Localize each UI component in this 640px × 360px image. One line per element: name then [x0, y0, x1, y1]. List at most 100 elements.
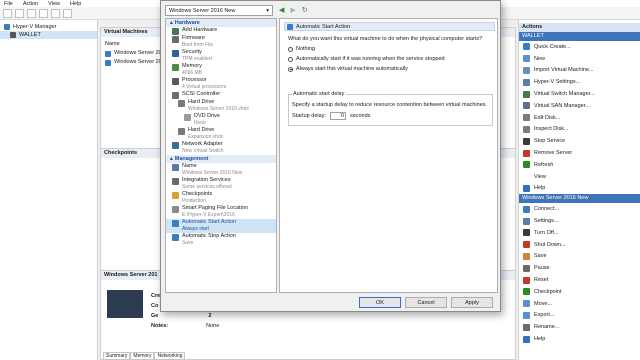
menu-file[interactable]: File	[4, 1, 13, 7]
refresh-icon[interactable]: ↻	[302, 6, 308, 14]
vm-actions-list: Connect... Settings... Turn Off... Shut Dow…	[519, 203, 640, 345]
settings-item[interactable]: Hard Drive Expansion.vhdx	[166, 127, 276, 141]
action-item[interactable]: Virtual SAN Manager...	[519, 100, 640, 112]
cancel-button[interactable]: Cancel	[405, 297, 447, 308]
radio-dot	[288, 46, 293, 52]
detail-header: Automatic Start Action	[284, 22, 495, 31]
settings-item-label: Automatic Stop Action	[182, 233, 236, 239]
action-item[interactable]: New	[519, 53, 640, 65]
action-label: Import Virtual Machine...	[534, 67, 594, 74]
settings-item-label: Security	[182, 49, 202, 55]
settings-item[interactable]: Add Hardware	[166, 27, 276, 35]
action-item[interactable]: Rename...	[519, 321, 640, 333]
summary-gen-label: Ge	[151, 313, 159, 319]
action-item[interactable]: Checkpoint	[519, 286, 640, 298]
ok-button[interactable]: OK	[359, 297, 401, 308]
back-arrow-icon[interactable]: ◀	[279, 6, 284, 14]
radio-auto-start-if-running[interactable]: Automatically start if it was running wh…	[288, 55, 445, 63]
action-label: Shut Down...	[534, 241, 566, 248]
action-item[interactable]: Virtual Switch Manager...	[519, 88, 640, 100]
settings-item[interactable]: Firmware Boot from File	[166, 35, 276, 49]
delay-row: Startup delay: 0 seconds	[292, 112, 370, 120]
summary-notes-value: None	[206, 323, 220, 329]
action-label: Checkpoint	[534, 288, 562, 295]
action-item[interactable]: Inspect Disk...	[519, 124, 640, 136]
action-item[interactable]: Help	[519, 183, 640, 195]
vm-thumbnail[interactable]	[107, 290, 143, 318]
forward-button[interactable]	[15, 8, 24, 18]
checkpoint-icon	[523, 288, 530, 296]
back-button[interactable]	[3, 8, 12, 18]
name-icon	[172, 164, 179, 171]
delay-unit: seconds	[349, 113, 371, 119]
action-item[interactable]: Import Virtual Machine...	[519, 65, 640, 77]
help-icon	[523, 335, 530, 343]
settings-item-value: 4 Virtual processors	[182, 84, 227, 90]
startup-delay-input[interactable]: 0	[329, 112, 346, 120]
vm-icon	[105, 59, 111, 66]
menu-help[interactable]: Help	[70, 1, 81, 7]
action-item[interactable]: Move...	[519, 298, 640, 310]
category-management[interactable]: ▴ Management	[166, 155, 276, 163]
settings-item[interactable]: SCSI Controller	[166, 91, 276, 99]
tab-networking[interactable]: Networking	[154, 352, 186, 360]
forward-arrow-icon[interactable]: ▶	[290, 6, 295, 14]
settings-item[interactable]: Checkpoints Production	[166, 191, 276, 205]
actions-vm-header[interactable]: Windows Server 2016 New	[519, 194, 640, 204]
action-item[interactable]: Shut Down...	[519, 239, 640, 251]
refresh-icon	[523, 161, 530, 169]
action-item[interactable]: Save	[519, 251, 640, 263]
up-button[interactable]	[27, 8, 36, 18]
actions-host-header[interactable]: WALLET	[519, 32, 640, 41]
action-item[interactable]: Reset	[519, 274, 640, 286]
action-item[interactable]: Quick Create...	[519, 41, 640, 53]
vm-select-dropdown[interactable]: Windows Server 2016 New ▾	[165, 5, 273, 16]
settings-item[interactable]: Network Adapter New Virtual Switch	[166, 141, 276, 155]
action-item[interactable]: Pause	[519, 262, 640, 274]
settings-item[interactable]: Processor 4 Virtual processors	[166, 77, 276, 91]
tab-summary[interactable]: Summary	[103, 352, 131, 360]
tree-root[interactable]: Hyper-V Manager	[0, 23, 97, 31]
settings-item[interactable]: DVD Drive None	[166, 113, 276, 127]
action-item[interactable]: Export...	[519, 310, 640, 322]
new-icon	[523, 55, 530, 63]
settings-item[interactable]: Automatic Start Action Always start	[166, 219, 276, 233]
properties-button[interactable]	[63, 8, 72, 18]
action-item[interactable]: Stop Service	[519, 135, 640, 147]
menu-view[interactable]: View	[48, 1, 60, 7]
detail-title: Automatic Start Action	[296, 23, 351, 30]
management-items: Name Windows Server 2016 New Integration S…	[166, 163, 276, 247]
menu-action[interactable]: Action	[23, 1, 38, 7]
action-item[interactable]: View	[519, 171, 640, 183]
apply-button[interactable]: Apply	[451, 297, 493, 308]
hardware-items: Add Hardware Firmware Boot from File Securi…	[166, 27, 276, 155]
tree-host[interactable]: WALLET	[0, 31, 97, 39]
settings-item[interactable]: Security TPM enabled	[166, 49, 276, 63]
action-item[interactable]: Connect...	[519, 203, 640, 215]
help-toolbar-button[interactable]	[51, 8, 60, 18]
action-item[interactable]: Settings...	[519, 215, 640, 227]
save-icon	[523, 252, 530, 260]
settings-item[interactable]: Smart Paging File Location E:\Hyper-V Exp…	[166, 205, 276, 219]
settings-item[interactable]: Integration Services Some services offere…	[166, 177, 276, 191]
rename-icon	[523, 323, 530, 331]
radio-always-start[interactable]: Always start this virtual machine automa…	[288, 65, 445, 73]
action-item[interactable]: Help	[519, 333, 640, 345]
action-item[interactable]: Refresh	[519, 159, 640, 171]
action-item[interactable]: Hyper-V Settings...	[519, 76, 640, 88]
show-tree-button[interactable]	[39, 8, 48, 18]
settings-item[interactable]: Automatic Stop Action Save	[166, 233, 276, 247]
action-item[interactable]: Remove Server	[519, 147, 640, 159]
reset-icon	[523, 276, 530, 284]
settings-item[interactable]: Name Windows Server 2016 New	[166, 163, 276, 177]
integration-icon	[172, 178, 179, 185]
settings-item[interactable]: Memory 4096 MB	[166, 63, 276, 77]
category-hardware[interactable]: ▴ Hardware	[166, 19, 276, 27]
action-item[interactable]: Turn Off...	[519, 227, 640, 239]
settings-item-label: Network Adapter	[182, 141, 223, 147]
radio-nothing[interactable]: Nothing	[288, 45, 445, 53]
action-label: Help	[534, 185, 546, 192]
tab-memory[interactable]: Memory	[130, 352, 155, 360]
settings-item[interactable]: Hard Drive Windows Server 2016.vhdx	[166, 99, 276, 113]
action-item[interactable]: Edit Disk...	[519, 112, 640, 124]
